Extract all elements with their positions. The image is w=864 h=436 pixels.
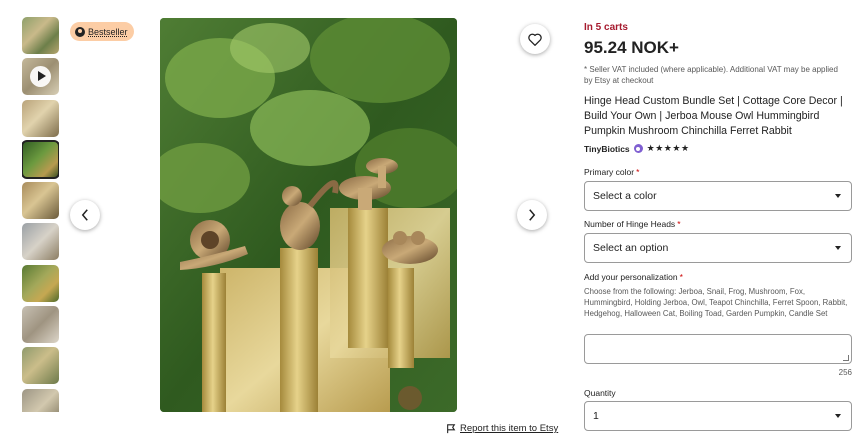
hinge-heads-label-text: Number of Hinge Heads: [584, 219, 676, 229]
star-seller-icon: [633, 144, 643, 153]
thumbnail-image[interactable]: [22, 264, 59, 302]
vat-note: * Seller VAT included (where applicable)…: [584, 65, 838, 85]
in-carts-notice: In 5 carts: [584, 22, 628, 33]
thumbnail-image[interactable]: [22, 306, 59, 344]
personalization-instructions: Choose from the following: Jerboa, Snail…: [584, 287, 848, 318]
required-marker: *: [636, 167, 640, 177]
required-marker: *: [679, 272, 683, 282]
bestseller-badge[interactable]: Bestseller: [70, 22, 134, 41]
next-image-button[interactable]: [517, 200, 547, 230]
chevron-right-icon: [529, 209, 536, 221]
listing-title: Hinge Head Custom Bundle Set | Cottage C…: [584, 95, 843, 137]
thumbnail-video[interactable]: [22, 58, 59, 96]
hinge-heads-value: Select an option: [593, 242, 669, 254]
thumbnail-image[interactable]: [22, 182, 59, 220]
primary-color-value: Select a color: [593, 190, 657, 202]
favorite-button[interactable]: [520, 24, 550, 54]
badge-label: Bestseller: [88, 26, 128, 37]
hinge-heads-label: Number of Hinge Heads *: [584, 219, 681, 229]
resize-handle-icon[interactable]: [843, 355, 849, 361]
primary-color-label-text: Primary color: [584, 167, 635, 177]
flag-icon: [447, 423, 456, 433]
dropdown-caret-icon: [835, 414, 841, 418]
thumbnail-image[interactable]: [22, 17, 59, 54]
personalization-label: Add your personalization *: [584, 272, 683, 282]
quantity-label: Quantity: [584, 388, 616, 398]
award-icon: [75, 26, 85, 37]
required-marker: *: [677, 219, 681, 229]
primary-color-select[interactable]: Select a color: [584, 181, 852, 211]
seller-info: TinyBiotics ★★★★★: [584, 143, 690, 154]
thumbnail-image[interactable]: [22, 99, 59, 137]
thumbnail-image[interactable]: [22, 223, 59, 261]
hinge-heads-select[interactable]: Select an option: [584, 233, 852, 263]
quantity-select[interactable]: 1: [584, 401, 852, 431]
thumbnail-image-selected[interactable]: [22, 139, 59, 179]
quantity-value: 1: [593, 410, 599, 422]
report-item-link[interactable]: Report this item to Etsy: [446, 423, 558, 434]
thumbnail-image[interactable]: [22, 347, 59, 385]
heart-icon: [528, 33, 542, 46]
seller-name-link[interactable]: TinyBiotics: [584, 144, 630, 154]
thumbnail-image[interactable]: [22, 388, 59, 412]
play-icon: [30, 66, 51, 88]
previous-image-button[interactable]: [70, 200, 100, 230]
price: 95.24 NOK+: [584, 38, 679, 57]
thumbnail-strip: [22, 17, 59, 412]
character-count: 256: [838, 368, 852, 377]
rating-stars[interactable]: ★★★★★: [647, 143, 690, 154]
report-label: Report this item to Etsy: [460, 423, 559, 434]
personalization-label-text: Add your personalization: [584, 272, 678, 282]
primary-color-label: Primary color *: [584, 167, 639, 177]
main-product-image[interactable]: [160, 18, 457, 412]
chevron-left-icon: [81, 209, 88, 221]
dropdown-caret-icon: [835, 194, 841, 198]
dropdown-caret-icon: [835, 246, 841, 250]
personalization-textarea[interactable]: [584, 334, 852, 364]
